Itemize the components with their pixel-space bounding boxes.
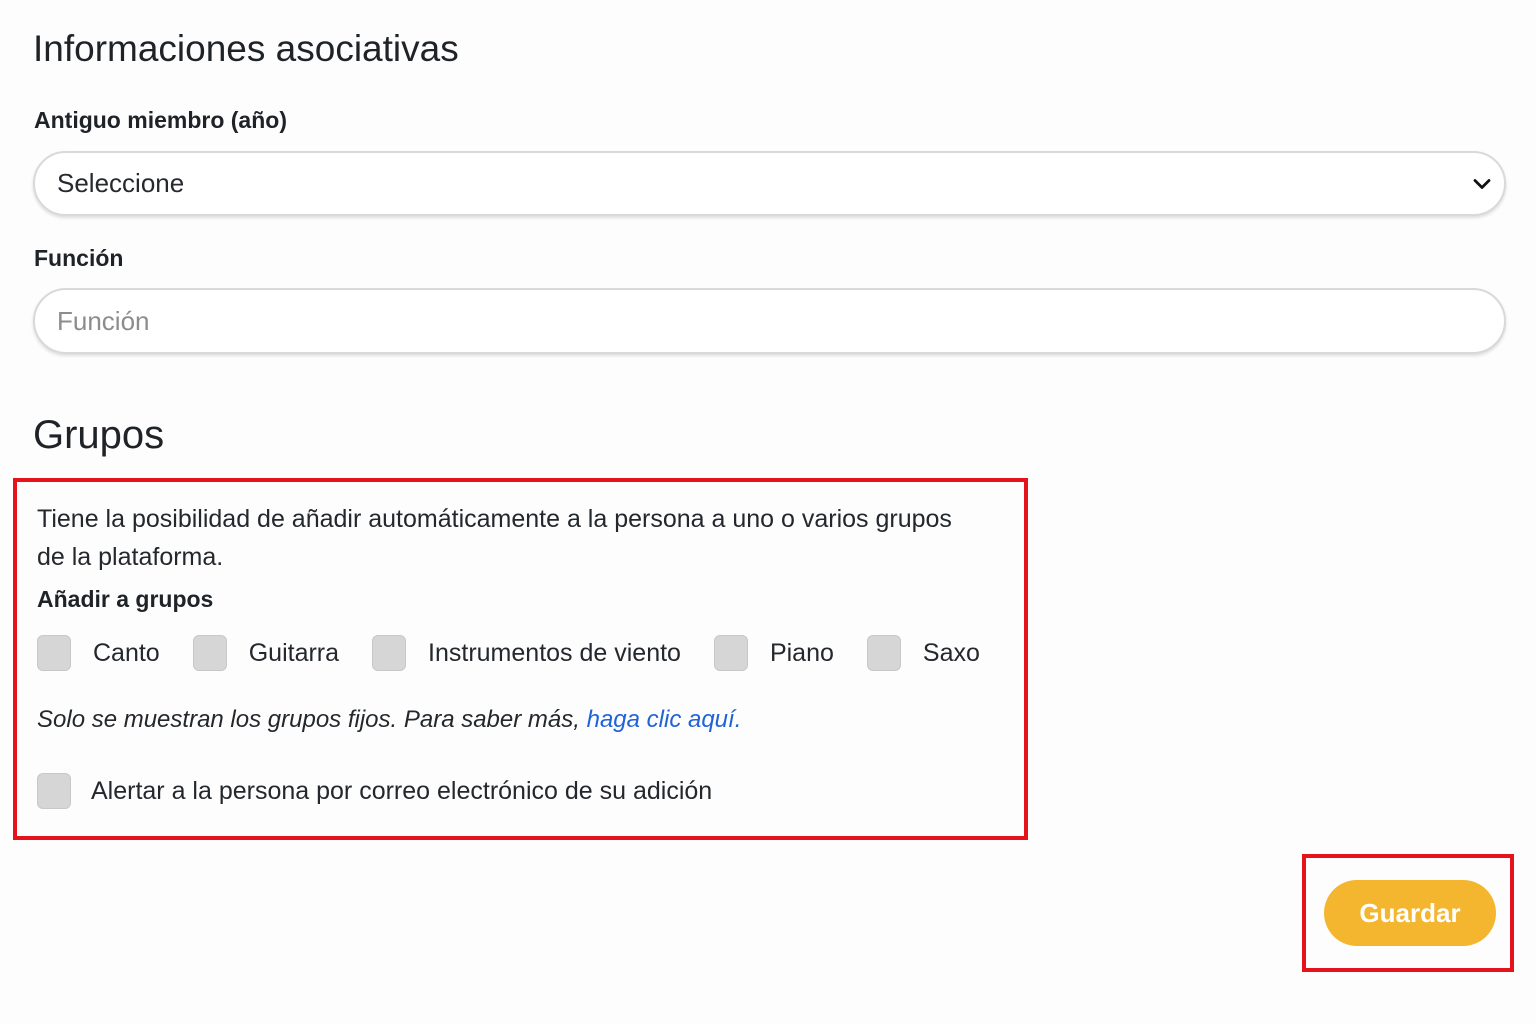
- groups-title: Grupos: [33, 413, 165, 457]
- group-checkbox-canto[interactable]: [37, 635, 71, 671]
- former-member-label: Antiguo miembro (año): [34, 107, 287, 133]
- associative-info-title: Informaciones asociativas: [33, 28, 459, 69]
- groups-description: Tiene la posibilidad de añadir automátic…: [37, 505, 952, 571]
- group-checkbox-instrumentos-de-viento[interactable]: [372, 635, 407, 671]
- fixed-groups-note: Solo se muestran los grupos fijos. Para …: [37, 703, 741, 737]
- add-to-groups-label: Añadir a grupos: [37, 586, 214, 612]
- former-member-select[interactable]: Seleccione: [33, 151, 1506, 216]
- group-option-canto[interactable]: Canto: [37, 635, 160, 671]
- group-option-label: Guitarra: [248, 639, 340, 667]
- learn-more-link[interactable]: haga clic aquí.: [587, 706, 742, 733]
- group-option-label: Saxo: [922, 639, 980, 667]
- group-option-instrumentos-de-viento[interactable]: Instrumentos de viento: [372, 635, 681, 671]
- group-option-label: Piano: [769, 639, 834, 667]
- notify-by-email-label: Alertar a la persona por correo electrón…: [91, 777, 713, 805]
- note-text: Solo se muestran los grupos fijos. Para …: [37, 706, 587, 733]
- select-value: Seleccione: [57, 168, 185, 198]
- group-options: Canto Guitarra Instrumentos de viento Pi…: [37, 635, 980, 671]
- group-option-label: Canto: [93, 639, 160, 667]
- group-option-piano[interactable]: Piano: [713, 635, 834, 671]
- notify-by-email-option[interactable]: Alertar a la persona por correo electrón…: [37, 773, 712, 809]
- save-button[interactable]: Guardar: [1324, 880, 1496, 946]
- group-checkbox-saxo[interactable]: [866, 635, 901, 671]
- group-checkbox-guitarra[interactable]: [192, 635, 227, 671]
- group-option-guitarra[interactable]: Guitarra: [192, 635, 340, 671]
- notify-by-email-checkbox[interactable]: [37, 773, 71, 809]
- chevron-down-icon: [1472, 176, 1492, 192]
- group-checkbox-piano[interactable]: [713, 635, 748, 671]
- group-option-saxo[interactable]: Saxo: [866, 635, 980, 671]
- function-label: Función: [34, 245, 124, 271]
- group-option-label: Instrumentos de viento: [428, 639, 681, 667]
- function-input[interactable]: [33, 288, 1506, 354]
